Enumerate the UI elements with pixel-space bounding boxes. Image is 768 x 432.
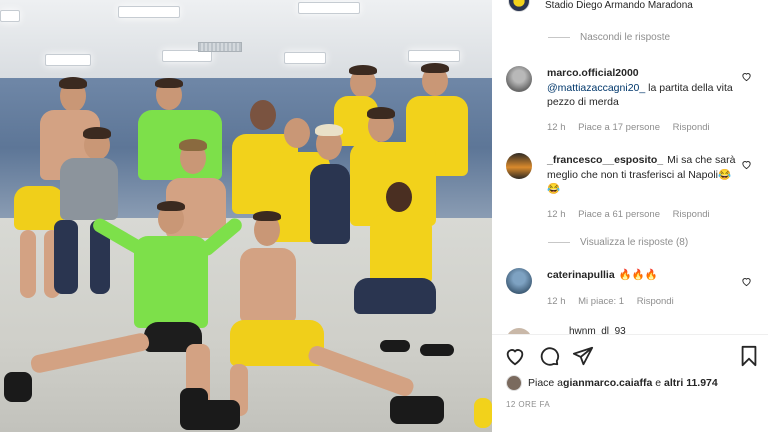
divider-dash xyxy=(548,242,570,243)
heart-icon[interactable] xyxy=(504,345,526,367)
ceiling-light xyxy=(408,50,460,62)
comment-likes[interactable]: Piace a 61 persone xyxy=(578,209,660,220)
comment-username[interactable]: hwnm_dl_93 xyxy=(569,326,626,334)
comment-body: 🔥🔥🔥 xyxy=(618,269,658,281)
likes-others-link[interactable]: altri 11.974 xyxy=(664,377,718,389)
comment-time[interactable]: 12 h xyxy=(547,122,566,133)
ceiling-light xyxy=(284,52,326,64)
heart-icon[interactable] xyxy=(741,159,752,170)
share-icon[interactable] xyxy=(572,345,594,367)
avatar[interactable] xyxy=(506,66,532,92)
comment-meta: 12 h Mi piace: 1 Rispondi xyxy=(547,296,684,307)
comment-username[interactable]: marco.official2000 xyxy=(547,67,639,79)
location-link[interactable]: Stadio Diego Armando Maradona xyxy=(545,0,693,11)
likes-mid: e xyxy=(652,377,665,389)
ceiling-light xyxy=(45,54,91,66)
comment-time[interactable]: 12 h xyxy=(547,296,566,307)
post-header: Stadio Diego Armando Maradona xyxy=(492,0,768,14)
comment-text: caterinapullia 🔥🔥🔥 xyxy=(547,268,737,283)
comment-likes[interactable]: Piace a 17 persone xyxy=(578,122,660,133)
comment-partial: hwnm_dl_93 xyxy=(506,324,746,334)
comment-mention[interactable]: @mattiazaccagni20_ xyxy=(547,82,645,94)
avatar[interactable] xyxy=(508,0,530,12)
comment-username[interactable]: _francesco__esposito_ xyxy=(547,154,663,166)
avatar[interactable] xyxy=(506,268,532,294)
likes-prefix: Piace a xyxy=(528,377,564,389)
comment-text: _francesco__esposito_ Mi sa che sarà megl… xyxy=(547,153,737,197)
comment-likes[interactable]: Mi piace: 1 xyxy=(578,296,624,307)
bookmark-icon[interactable] xyxy=(738,345,760,367)
hide-replies-button[interactable]: Nascondi le risposte xyxy=(548,32,670,43)
reply-button[interactable]: Rispondi xyxy=(673,122,710,133)
avatar[interactable] xyxy=(506,375,522,391)
comments-panel: Stadio Diego Armando Maradona Nascondi l… xyxy=(492,0,768,432)
comment-text: marco.official2000 @mattiazaccagni20_ la… xyxy=(547,66,737,110)
likes-user-link[interactable]: gianmarco.caiaffa xyxy=(563,377,652,389)
heart-icon[interactable] xyxy=(741,276,752,287)
ceiling-light xyxy=(118,6,180,18)
ceiling xyxy=(0,0,492,78)
reply-button[interactable]: Rispondi xyxy=(673,209,710,220)
divider xyxy=(492,334,768,335)
ceiling-light xyxy=(0,10,20,22)
post-actions xyxy=(504,345,760,369)
comment-meta: 12 h Piace a 61 persone Rispondi xyxy=(547,209,720,220)
divider-dash xyxy=(548,37,570,38)
likes-summary: Piace a gianmarco.caiaffa e altri 11.974 xyxy=(506,375,718,391)
ceiling-light xyxy=(298,2,360,14)
view-replies-button[interactable]: Visualizza le risposte (8) xyxy=(548,237,688,248)
comment-time[interactable]: 12 h xyxy=(547,209,566,220)
avatar[interactable] xyxy=(506,153,532,179)
view-replies-label: Visualizza le risposte (8) xyxy=(580,237,689,248)
post-photo[interactable] xyxy=(0,0,492,432)
ceiling-vent xyxy=(198,42,242,52)
comment-meta: 12 h Piace a 17 persone Rispondi xyxy=(547,122,720,133)
reply-button[interactable]: Rispondi xyxy=(637,296,674,307)
post-timestamp[interactable]: 12 ORE FA xyxy=(506,400,550,409)
hide-replies-label: Nascondi le risposte xyxy=(580,32,671,43)
comment-username[interactable]: caterinapullia xyxy=(547,269,615,281)
comment-icon[interactable] xyxy=(538,345,560,367)
heart-icon[interactable] xyxy=(741,71,752,82)
